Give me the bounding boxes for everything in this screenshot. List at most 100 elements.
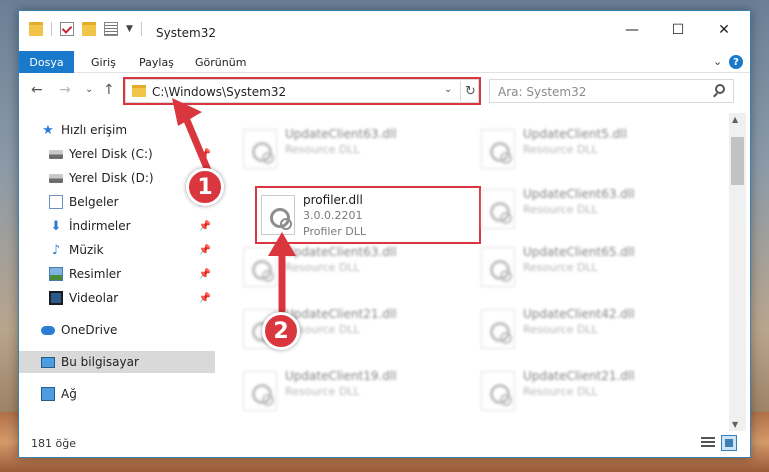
pin-icon[interactable]: 📌 (199, 245, 211, 256)
toolbar-divider (51, 22, 52, 36)
file-item[interactable]: UpdateClient63.dll Resource DLL (237, 237, 467, 293)
window-title: System32 (156, 26, 217, 40)
tab-file[interactable]: Dosya (19, 51, 74, 73)
dll-file-icon (481, 247, 515, 287)
sidebar-item-label: İndirmeler (69, 219, 131, 233)
disk-icon (49, 149, 63, 159)
download-icon: ⬇ (50, 219, 62, 234)
scroll-down-arrow-icon[interactable]: ▼ (732, 420, 738, 429)
search-icon[interactable] (715, 84, 725, 94)
file-item[interactable]: UpdateClient65.dll Resource DLL (475, 237, 705, 293)
file-type: Resource DLL (523, 385, 598, 398)
properties-check-icon[interactable] (60, 22, 74, 36)
picture-icon (49, 267, 63, 281)
help-icon[interactable]: ? (729, 55, 743, 69)
file-type: Resource DLL (523, 203, 598, 216)
navigation-pane: ★ Hızlı erişim Yerel Disk (C:) 📌 Yerel D… (19, 113, 215, 417)
up-arrow-icon[interactable]: ↑ (103, 82, 115, 98)
sidebar-item-onedrive[interactable]: OneDrive (19, 319, 215, 341)
sidebar-item-label: Müzik (69, 243, 104, 257)
music-icon: ♪ (51, 243, 61, 258)
sidebar-item-label: Belgeler (69, 195, 119, 209)
close-button[interactable]: ✕ (701, 19, 747, 41)
sidebar-item-label: Yerel Disk (D:) (69, 171, 154, 185)
dll-file-icon (243, 129, 277, 169)
sidebar-item-documents[interactable]: Belgeler 📌 (19, 191, 215, 213)
file-type: Resource DLL (285, 385, 360, 398)
file-name: UpdateClient63.dll (523, 187, 635, 201)
sidebar-item-network[interactable]: Ağ (19, 383, 215, 405)
file-item[interactable]: UpdateClient63.dll Resource DLL (237, 119, 467, 175)
forward-arrow-icon[interactable]: → (59, 82, 71, 98)
scroll-thumb[interactable] (731, 137, 744, 185)
profiler-highlight-box (255, 186, 481, 244)
search-input[interactable]: Ara: System32 (498, 85, 586, 99)
dll-file-icon (481, 189, 515, 229)
file-type: Resource DLL (523, 323, 598, 336)
scroll-up-arrow-icon[interactable]: ▲ (732, 115, 738, 124)
large-icons-view-icon[interactable] (721, 435, 737, 451)
tab-home[interactable]: Giriş (91, 51, 116, 73)
sidebar-item-local-disk-c[interactable]: Yerel Disk (C:) 📌 (19, 143, 215, 165)
sidebar-item-music[interactable]: ♪ Müzik 📌 (19, 239, 215, 261)
sidebar-item-label: Videolar (69, 291, 119, 305)
file-type: Resource DLL (523, 261, 598, 274)
recent-locations-chevron-icon[interactable]: ⌄ (85, 84, 93, 95)
file-name: UpdateClient65.dll (523, 245, 635, 259)
file-name: UpdateClient63.dll (285, 127, 397, 141)
folder-icon (29, 22, 43, 36)
pin-icon[interactable]: 📌 (199, 149, 211, 160)
dll-file-icon (243, 247, 277, 287)
file-item[interactable]: UpdateClient63.dll Resource DLL (475, 179, 705, 235)
computer-icon (41, 356, 55, 368)
pin-icon[interactable]: 📌 (199, 269, 211, 280)
file-item[interactable]: UpdateClient21.dll Resource DLL (475, 361, 705, 417)
minimize-button[interactable]: — (609, 19, 655, 41)
ribbon-tabs: Dosya Giriş Paylaş Görünüm ⌄ ? (19, 51, 750, 73)
step-2-badge: 2 (262, 312, 300, 350)
file-item[interactable]: UpdateClient42.dll Resource DLL (475, 299, 705, 355)
document-icon (49, 195, 63, 209)
quick-access-toolbar: ▼ (29, 21, 150, 37)
customize-toolbar-chevron-icon[interactable]: ▼ (126, 24, 133, 34)
status-bar: 181 öğe (19, 429, 750, 457)
properties-list-icon[interactable] (104, 22, 118, 36)
vertical-scrollbar[interactable]: ▲ ▼ (729, 113, 746, 431)
item-count: 181 öğe (31, 437, 76, 450)
tab-view[interactable]: Görünüm (195, 51, 246, 73)
tab-share[interactable]: Paylaş (139, 51, 174, 73)
disk-icon (49, 173, 63, 183)
pin-icon[interactable]: 📌 (199, 293, 211, 304)
sidebar-item-downloads[interactable]: ⬇ İndirmeler 📌 (19, 215, 215, 237)
file-type: Resource DLL (285, 143, 360, 156)
file-name: UpdateClient21.dll (285, 307, 397, 321)
sidebar-item-label: Yerel Disk (C:) (69, 147, 153, 161)
sidebar-item-this-pc[interactable]: Bu bilgisayar (19, 351, 215, 373)
star-icon: ★ (42, 122, 54, 138)
sidebar-item-label: Bu bilgisayar (61, 355, 139, 369)
sidebar-item-videos[interactable]: Videolar 📌 (19, 287, 215, 309)
sidebar-item-quick-access[interactable]: ★ Hızlı erişim (19, 119, 215, 141)
sidebar-item-label: Ağ (61, 387, 77, 401)
pin-icon[interactable]: 📌 (199, 221, 211, 232)
file-name: UpdateClient63.dll (285, 245, 397, 259)
new-folder-icon[interactable] (82, 22, 96, 36)
sidebar-item-pictures[interactable]: Resimler 📌 (19, 263, 215, 285)
details-view-icon[interactable] (701, 437, 715, 449)
cloud-icon (41, 325, 55, 335)
file-item[interactable]: UpdateClient19.dll Resource DLL (237, 361, 467, 417)
sidebar-item-label: Resimler (69, 267, 122, 281)
address-highlight-box (123, 77, 481, 105)
maximize-button[interactable]: ☐ (655, 19, 701, 41)
dll-file-icon (481, 129, 515, 169)
back-arrow-icon[interactable]: ← (31, 82, 43, 98)
title-bar: ▼ System32 — ☐ ✕ (19, 11, 750, 45)
step-1-badge: 1 (186, 168, 224, 206)
file-explorer-window: ▼ System32 — ☐ ✕ Dosya Giriş Paylaş Görü… (18, 10, 751, 458)
file-item[interactable]: UpdateClient5.dll Resource DLL (475, 119, 705, 175)
dll-file-icon (481, 309, 515, 349)
expand-ribbon-chevron-icon[interactable]: ⌄ (713, 55, 722, 68)
network-icon (41, 387, 55, 401)
search-box[interactable]: Ara: System32 (489, 79, 734, 103)
file-name: UpdateClient19.dll (285, 369, 397, 383)
